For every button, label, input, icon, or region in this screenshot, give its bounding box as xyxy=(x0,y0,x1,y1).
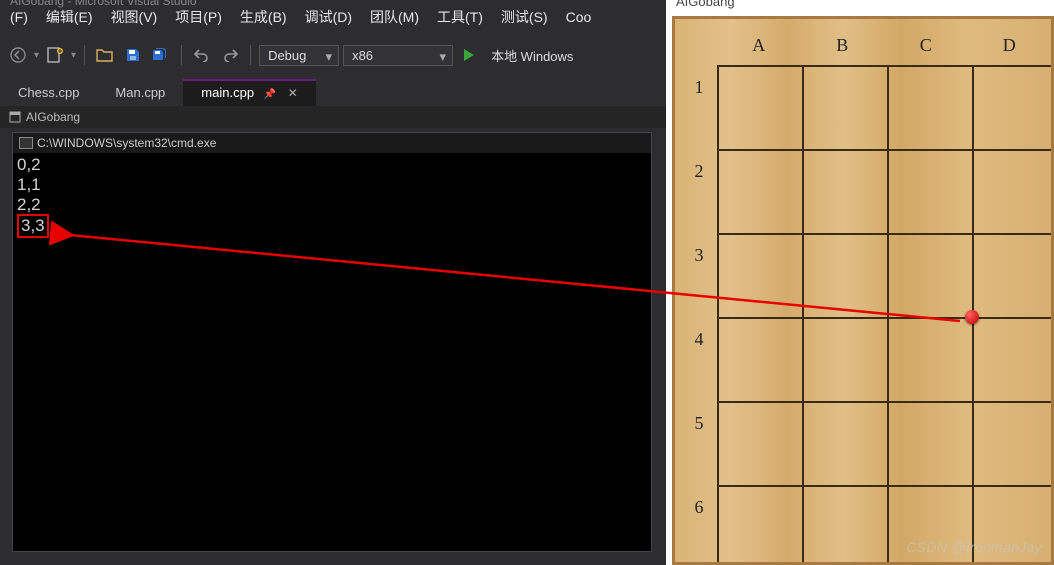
row-label: 3 xyxy=(689,245,709,267)
cmd-title: C:\WINDOWS\system32\cmd.exe xyxy=(37,136,216,150)
col-label: A xyxy=(717,35,801,56)
grid-line xyxy=(717,485,1054,487)
separator xyxy=(250,45,251,65)
menu-debug[interactable]: 调试(D) xyxy=(299,5,358,29)
grid-line xyxy=(717,149,1054,151)
start-debug-button[interactable] xyxy=(457,43,481,67)
nav-back-button[interactable] xyxy=(6,43,30,67)
save-icon xyxy=(126,48,140,62)
menu-test[interactable]: 测试(S) xyxy=(495,5,554,29)
row-label: 6 xyxy=(689,497,709,519)
dropdown-caret-icon[interactable]: ▾ xyxy=(34,50,39,61)
redo-icon xyxy=(221,48,239,62)
cmd-line: 1,1 xyxy=(17,175,647,195)
menu-tools[interactable]: 工具(T) xyxy=(431,5,489,29)
launch-target-label[interactable]: 本地 Windows xyxy=(485,46,579,65)
menu-file[interactable]: (F) xyxy=(4,7,34,27)
play-icon xyxy=(462,48,476,62)
config-combo[interactable]: Debug xyxy=(259,45,339,66)
tab-label: Chess.cpp xyxy=(18,85,79,100)
undo-button[interactable] xyxy=(190,43,214,67)
menu-build[interactable]: 生成(B) xyxy=(234,5,293,29)
board-stone xyxy=(965,310,979,324)
row-label: 1 xyxy=(689,77,709,99)
grid-line xyxy=(717,233,1054,235)
row-label: 5 xyxy=(689,413,709,435)
save-all-button[interactable] xyxy=(149,43,173,67)
menu-team[interactable]: 团队(M) xyxy=(364,5,425,29)
tab-chess-cpp[interactable]: Chess.cpp xyxy=(0,79,97,106)
grid-line xyxy=(887,65,889,565)
undo-icon xyxy=(193,48,211,62)
grid-line xyxy=(802,65,804,565)
close-icon[interactable]: ✕ xyxy=(280,86,298,100)
save-all-icon xyxy=(152,47,170,63)
col-label: B xyxy=(801,35,885,56)
cmd-icon xyxy=(19,137,33,149)
cmd-line: 0,2 xyxy=(17,155,647,175)
tab-label: main.cpp xyxy=(201,85,254,100)
col-label: C xyxy=(884,35,968,56)
cmd-window: C:\WINDOWS\system32\cmd.exe 0,2 1,1 2,2 … xyxy=(12,132,652,552)
gobang-board[interactable]: A B C D 1 2 3 4 5 6 xyxy=(672,16,1054,565)
cmd-titlebar[interactable]: C:\WINDOWS\system32\cmd.exe xyxy=(13,133,651,153)
grid-line xyxy=(717,317,1054,319)
tab-man-cpp[interactable]: Man.cpp xyxy=(97,79,183,106)
cmd-line-highlighted: 3,3 xyxy=(17,214,49,238)
grid-line xyxy=(717,65,719,565)
grid-line xyxy=(717,401,1054,403)
open-button[interactable] xyxy=(93,43,117,67)
platform-combo[interactable]: x86 xyxy=(343,45,453,66)
separator xyxy=(84,45,85,65)
circle-arrow-left-icon xyxy=(9,46,27,64)
grid-line xyxy=(717,65,1054,67)
tab-main-cpp[interactable]: main.cpp 📌 ✕ xyxy=(183,79,316,106)
row-labels: 1 2 3 4 5 6 xyxy=(689,77,709,519)
row-label: 2 xyxy=(689,161,709,183)
dropdown-caret-icon[interactable]: ▾ xyxy=(71,50,76,61)
gobang-window-title: AIGobang xyxy=(676,0,735,9)
watermark: CSDN @IronmanJay xyxy=(906,539,1042,555)
project-icon xyxy=(8,110,22,124)
column-labels: A B C D xyxy=(717,35,1051,56)
redo-button[interactable] xyxy=(218,43,242,67)
cmd-output: 0,2 1,1 2,2 3,3 xyxy=(13,153,651,240)
row-label: 4 xyxy=(689,329,709,351)
window-title: AIGobang - Microsoft Visual Studio xyxy=(0,0,197,10)
menu-more[interactable]: Coo xyxy=(560,7,598,27)
project-name[interactable]: AIGobang xyxy=(26,110,80,124)
folder-open-icon xyxy=(96,47,114,63)
separator xyxy=(181,45,182,65)
new-item-button[interactable] xyxy=(43,43,67,67)
gobang-window: AIGobang A B C D 1 2 3 4 5 6 xyxy=(666,0,1054,565)
tab-label: Man.cpp xyxy=(115,85,165,100)
cmd-line: 2,2 xyxy=(17,195,647,215)
new-file-icon xyxy=(45,46,65,64)
save-button[interactable] xyxy=(121,43,145,67)
col-label: D xyxy=(968,35,1052,56)
pin-icon[interactable]: 📌 xyxy=(258,89,276,100)
